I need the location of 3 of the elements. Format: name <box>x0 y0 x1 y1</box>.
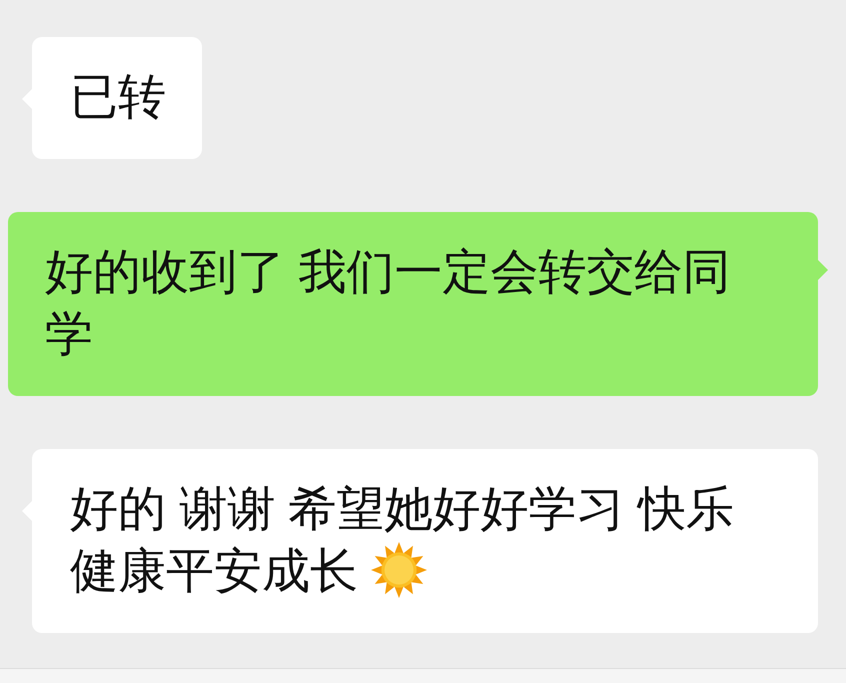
message-bubble: 好的 谢谢 希望她好好学习 快乐健康平安成长 <box>32 449 818 633</box>
message-bubble: 已转 <box>32 37 202 159</box>
message-bubble: 好的收到了 我们一定会转交给同学 <box>8 212 818 396</box>
